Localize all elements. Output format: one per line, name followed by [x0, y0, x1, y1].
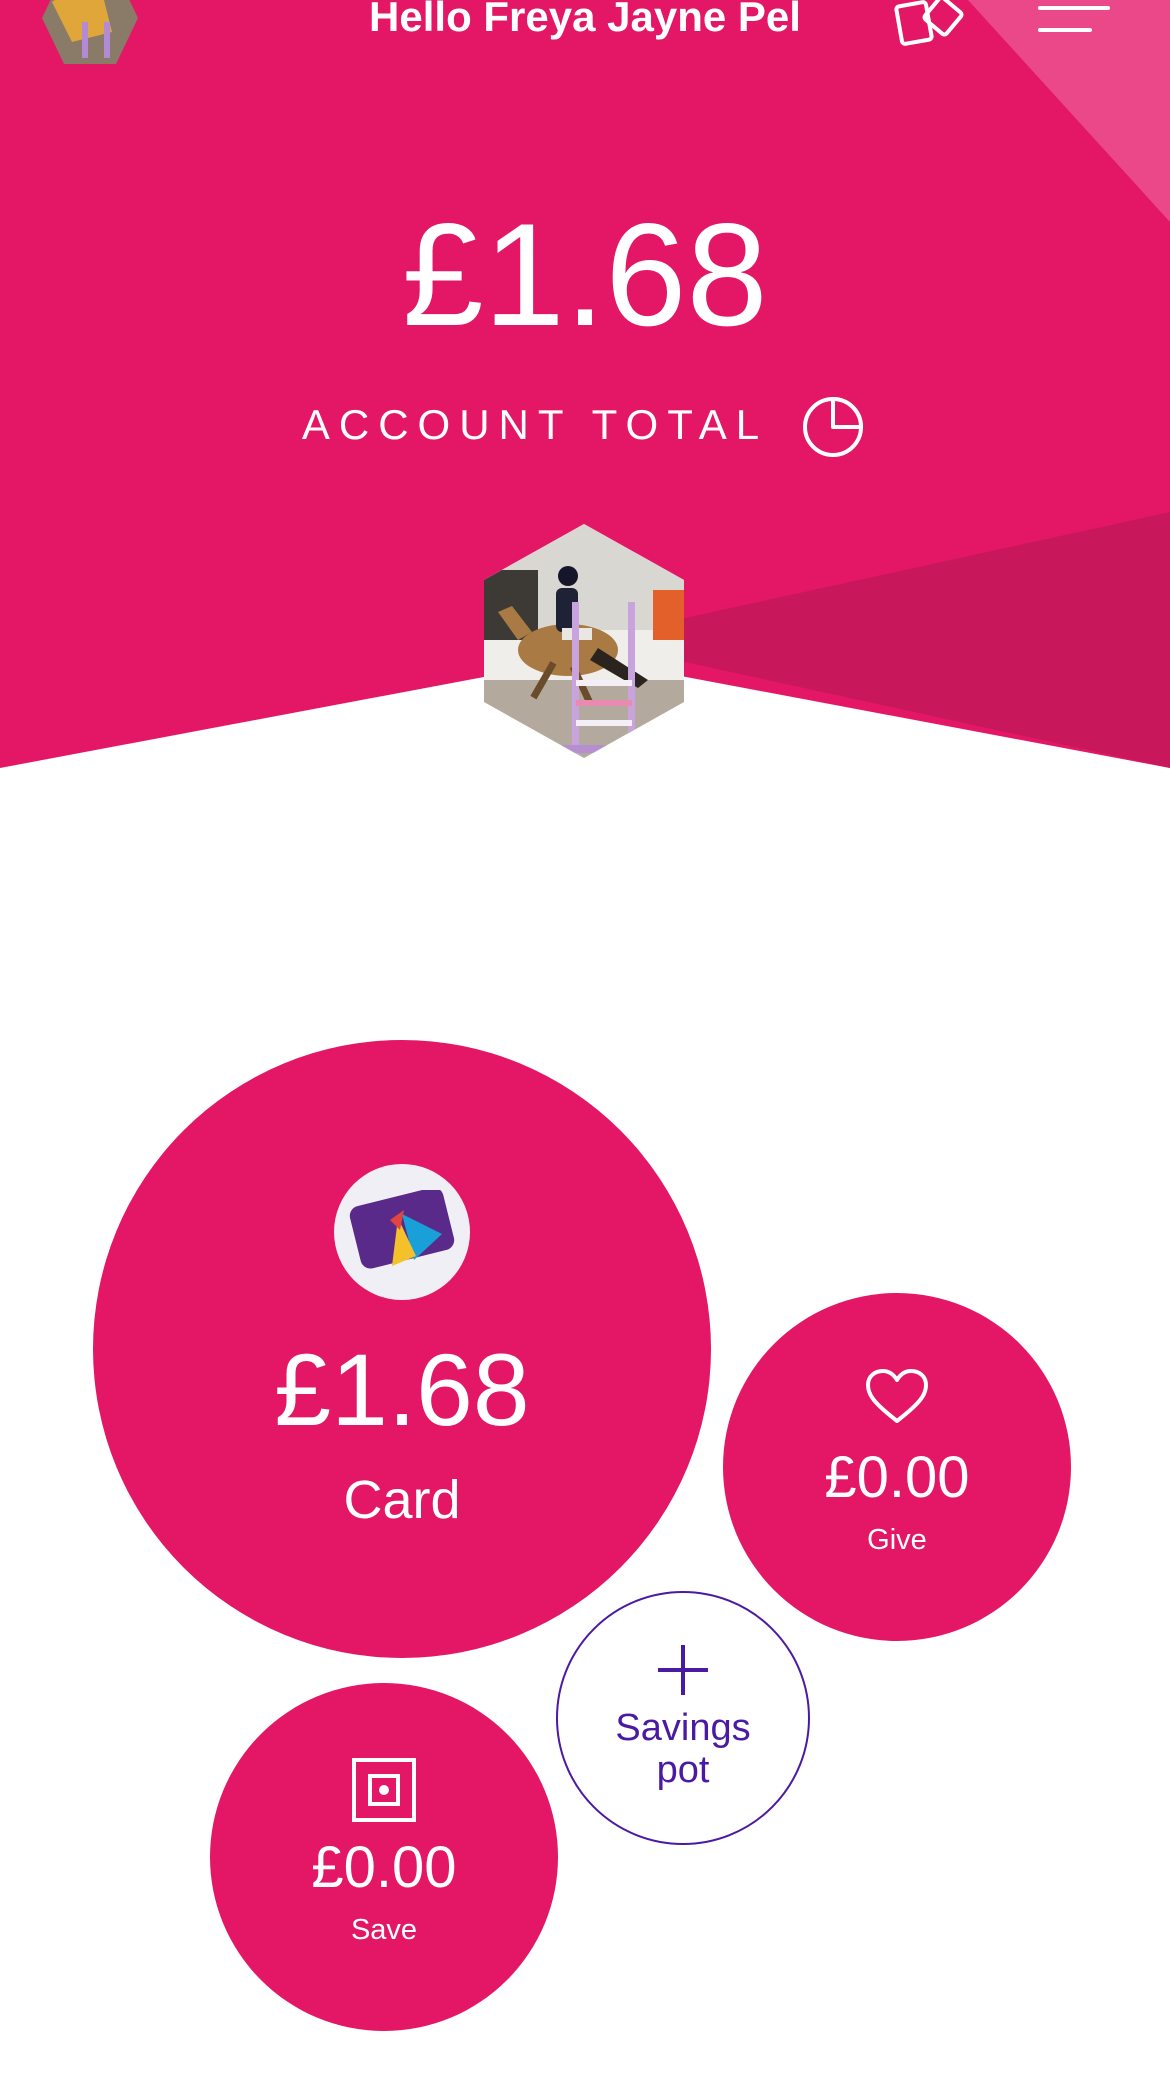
give-pot-label: Give [867, 1524, 927, 1556]
pie-chart-icon[interactable] [802, 392, 868, 458]
give-pot-amount: £0.00 [824, 1445, 970, 1510]
account-total-label: ACCOUNT TOTAL [301, 401, 769, 448]
prepaid-card-icon [334, 1164, 470, 1300]
account-total-amount: £1.68 [402, 193, 768, 356]
card-pot[interactable]: £1.68 Card [93, 1040, 711, 1658]
save-pot[interactable]: £0.00 Save [210, 1683, 558, 2031]
plus-icon [658, 1645, 708, 1695]
safe-icon [352, 1758, 416, 1822]
menu-icon[interactable] [1036, 4, 1112, 36]
savings-pot-label-line2: pot [656, 1749, 710, 1791]
greeting-text: Hello Freya Jayne Pel [369, 0, 801, 40]
save-pot-label: Save [350, 1914, 418, 1946]
save-pot-amount: £0.00 [311, 1835, 457, 1900]
add-savings-pot-button[interactable]: Savings pot [556, 1591, 810, 1845]
savings-pot-label-line1: Savings [615, 1707, 751, 1749]
profile-photo[interactable] [478, 520, 690, 762]
account-header: Hello Freya Jayne Pel £1.68 ACCOUNT TOTA… [0, 0, 1170, 770]
card-pot-amount: £1.68 [274, 1333, 530, 1447]
cards-icon[interactable] [893, 0, 969, 46]
give-pot[interactable]: £0.00 Give [723, 1293, 1071, 1641]
card-pot-label: Card [343, 1470, 461, 1530]
heart-icon [866, 1369, 928, 1423]
account-total-row: ACCOUNT TOTAL [0, 392, 1170, 458]
savings-pot-label: Savings pot [615, 1707, 750, 1791]
